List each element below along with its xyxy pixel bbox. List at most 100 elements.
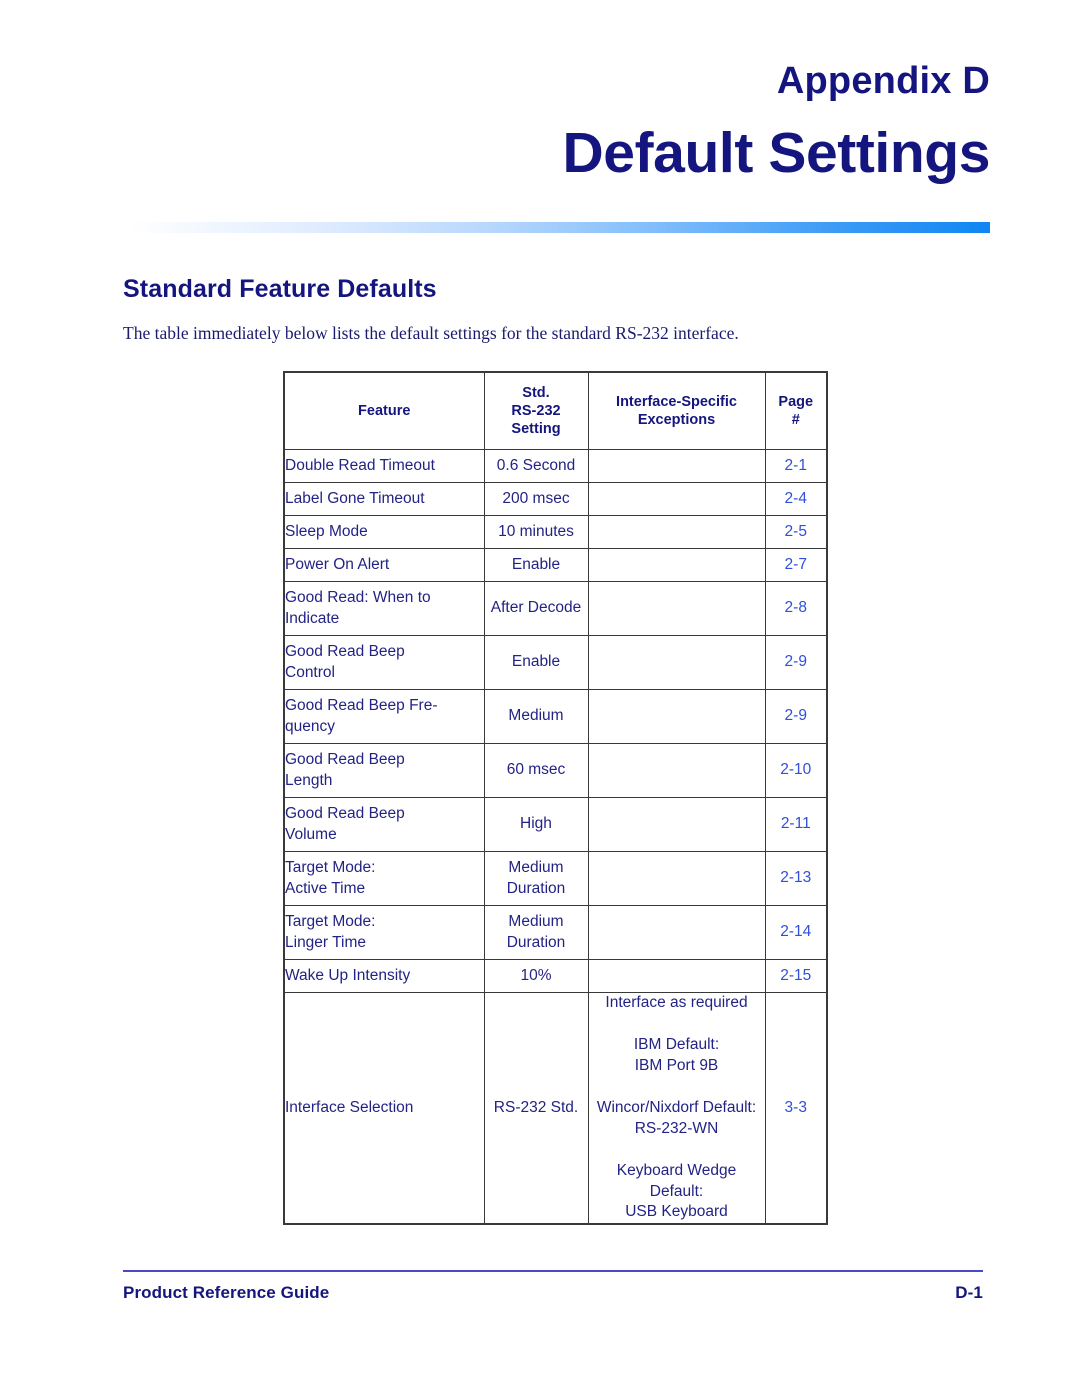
feature-line2: Length	[285, 771, 333, 789]
exception-group: IBM Default: IBM Port 9B	[589, 1035, 765, 1076]
standard-feature-defaults-table: Feature Std. RS-232 Setting Interface-Sp…	[283, 371, 828, 1225]
table-row: Label Gone Timeout 200 msec 2-4	[283, 482, 828, 516]
table-row: Good Read Beep Length 60 msec 2-10	[283, 743, 828, 798]
setting-line1: Medium	[508, 913, 564, 931]
feature-line2: quency	[285, 717, 335, 735]
column-header-exceptions-line2: Exceptions	[637, 412, 716, 428]
setting-cell: 0.6 Second	[483, 449, 589, 483]
feature-cell: Interface Selection	[283, 991, 485, 1225]
feature-cell: Good Read Beep Length	[283, 743, 485, 798]
column-header-std-rs232-setting: Std. RS-232 Setting	[483, 371, 589, 450]
setting-cell: 10%	[483, 959, 589, 993]
feature-line1: Target Mode:	[285, 913, 376, 931]
exception-group: Interface as required	[589, 993, 765, 1013]
feature-line1: Good Read Beep Fre-	[285, 697, 438, 715]
column-header-setting-line1: Std.	[522, 384, 550, 401]
exception-line: Default:	[649, 1182, 704, 1200]
page-cell: 2-9	[764, 635, 828, 690]
table-body: Double Read Timeout 0.6 Second 2-1 Label…	[283, 449, 828, 1225]
exceptions-cell	[587, 635, 766, 690]
setting-line2: Duration	[506, 933, 566, 951]
defaults-table-container: Feature Std. RS-232 Setting Interface-Sp…	[283, 371, 828, 1225]
feature-cell: Power On Alert	[283, 548, 485, 582]
table-row: Double Read Timeout 0.6 Second 2-1	[283, 449, 828, 483]
feature-cell: Double Read Timeout	[283, 449, 485, 483]
setting-cell: Enable	[483, 635, 589, 690]
table-header-row: Feature Std. RS-232 Setting Interface-Sp…	[283, 371, 828, 450]
setting-cell: 10 minutes	[483, 515, 589, 549]
table-row: Power On Alert Enable 2-7	[283, 548, 828, 582]
exception-line: Wincor/Nixdorf Default:	[596, 1099, 757, 1117]
feature-cell: Sleep Mode	[283, 515, 485, 549]
table-row: Interface Selection RS-232 Std. Interfac…	[283, 991, 828, 1225]
footer-rule	[123, 1270, 983, 1272]
footer-page-number: D-1	[955, 1283, 983, 1302]
feature-cell: Good Read Beep Fre- quency	[283, 689, 485, 744]
column-header-feature-label: Feature	[358, 402, 411, 419]
feature-cell: Good Read Beep Control	[283, 635, 485, 690]
exceptions-cell	[587, 689, 766, 744]
setting-cell: RS-232 Std.	[483, 991, 589, 1225]
setting-cell: Enable	[483, 548, 589, 582]
setting-cell: Medium Duration	[483, 905, 589, 960]
table-row: Good Read Beep Volume High 2-11	[283, 797, 828, 852]
exception-group: Keyboard Wedge Default: USB Keyboard	[589, 1161, 765, 1222]
table-row: Wake Up Intensity 10% 2-15	[283, 959, 828, 993]
table-row: Good Read Beep Fre- quency Medium 2-9	[283, 689, 828, 744]
feature-line1: Good Read: When to	[285, 589, 431, 607]
setting-line1: Medium	[508, 859, 564, 877]
exceptions-cell	[587, 515, 766, 549]
feature-line1: Target Mode:	[285, 859, 376, 877]
feature-cell: Wake Up Intensity	[283, 959, 485, 993]
setting-cell: High	[483, 797, 589, 852]
feature-line2: Linger Time	[285, 933, 366, 951]
exception-line: Keyboard Wedge	[616, 1162, 737, 1180]
appendix-label: Appendix D	[776, 60, 990, 102]
column-header-page-line1: Page	[778, 393, 814, 410]
feature-cell: Target Mode: Active Time	[283, 851, 485, 906]
page-cell: 2-8	[764, 581, 828, 636]
header-gradient-rule	[130, 222, 990, 233]
page-cell: 2-10	[764, 743, 828, 798]
exception-line: IBM Port 9B	[634, 1056, 719, 1074]
table-row: Good Read: When to Indicate After Decode…	[283, 581, 828, 636]
column-header-page: Page #	[764, 371, 828, 450]
page-cell: 2-14	[764, 905, 828, 960]
exceptions-cell: Interface as required IBM Default: IBM P…	[587, 991, 766, 1225]
page-cell: 2-1	[764, 449, 828, 483]
setting-cell: 200 msec	[483, 482, 589, 516]
exceptions-cell	[587, 851, 766, 906]
exceptions-cell	[587, 797, 766, 852]
exception-line: RS-232-WN	[634, 1119, 719, 1137]
intro-paragraph: The table immediately below lists the de…	[123, 323, 739, 343]
feature-line2: Active Time	[285, 879, 366, 897]
column-header-page-line2: #	[791, 412, 800, 428]
exception-line: IBM Default:	[633, 1036, 720, 1054]
exceptions-cell	[587, 743, 766, 798]
feature-line2: Control	[285, 663, 335, 681]
chapter-title: Default Settings	[562, 121, 991, 185]
feature-cell: Good Read: When to Indicate	[283, 581, 485, 636]
page-cell: 2-4	[764, 482, 828, 516]
table-row: Sleep Mode 10 minutes 2-5	[283, 515, 828, 549]
table-header: Feature Std. RS-232 Setting Interface-Sp…	[283, 371, 828, 450]
feature-cell: Target Mode: Linger Time	[283, 905, 485, 960]
column-header-setting-line3: Setting	[511, 421, 561, 438]
page-cell: 2-15	[764, 959, 828, 993]
exceptions-cell	[587, 482, 766, 516]
column-header-interface-specific-exceptions: Interface-Specific Exceptions	[587, 371, 766, 450]
setting-cell: Medium Duration	[483, 851, 589, 906]
feature-line1: Good Read Beep	[285, 751, 405, 769]
setting-line2: Duration	[506, 879, 566, 897]
exceptions-cell	[587, 581, 766, 636]
table-row: Good Read Beep Control Enable 2-9	[283, 635, 828, 690]
setting-cell: Medium	[483, 689, 589, 744]
exceptions-cell	[587, 905, 766, 960]
exception-group: Wincor/Nixdorf Default: RS-232-WN	[589, 1098, 765, 1139]
exceptions-cell	[587, 449, 766, 483]
feature-line2: Indicate	[285, 609, 340, 627]
feature-line2: Volume	[285, 825, 337, 843]
column-header-feature: Feature	[283, 371, 485, 450]
feature-line1: Good Read Beep	[285, 805, 405, 823]
page-cell: 2-9	[764, 689, 828, 744]
